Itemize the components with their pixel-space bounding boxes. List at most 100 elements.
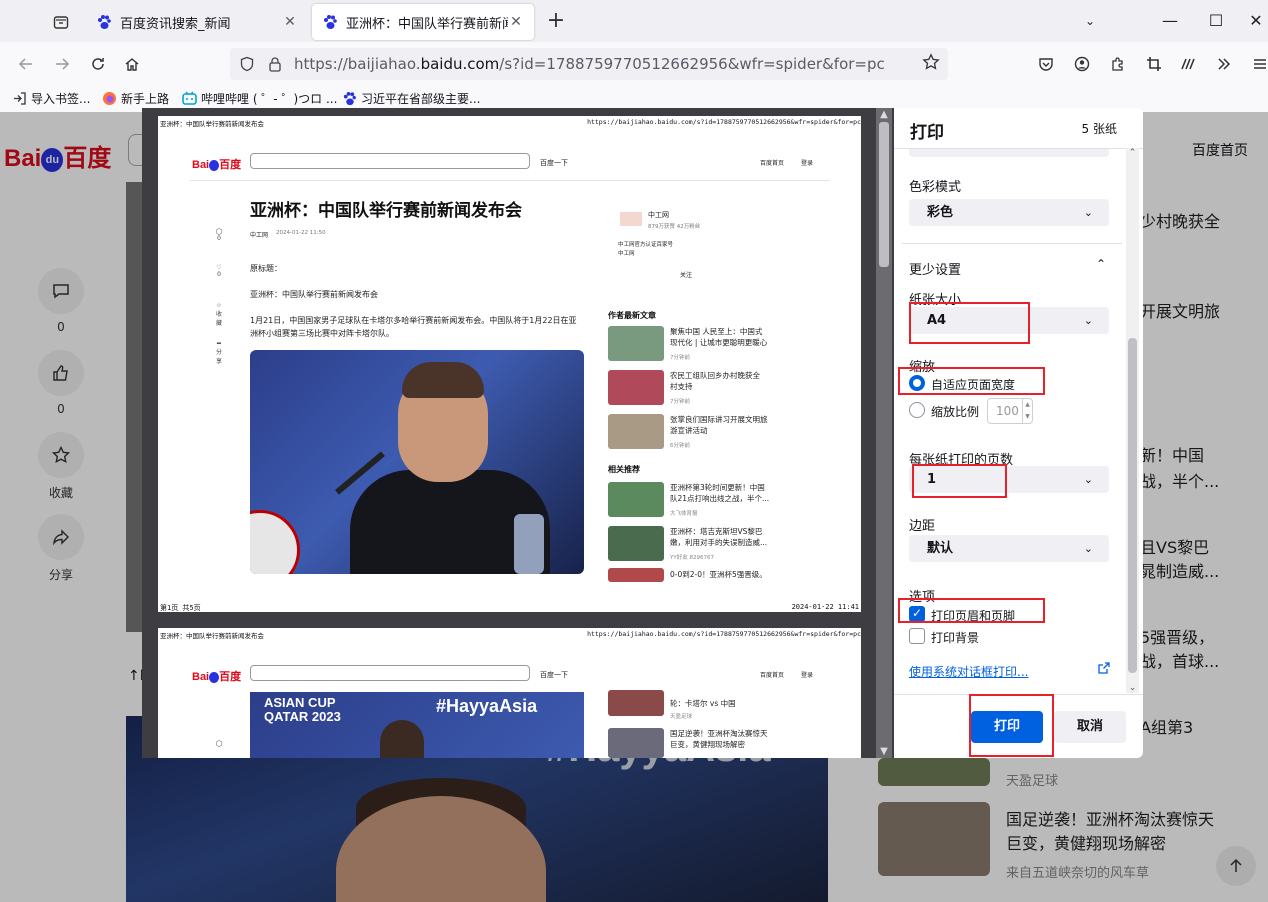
bookmark-getting-started[interactable]: 新手上路	[102, 90, 169, 107]
fewer-settings-toggle[interactable]: 更少设置	[909, 259, 961, 278]
headers-footers-checkbox[interactable]: ✓	[909, 606, 925, 622]
scroll-down-icon[interactable]: ⌄	[1126, 683, 1139, 693]
mini-count: 分享	[215, 349, 222, 365]
chevron-up-icon[interactable]: ⌃	[1096, 257, 1106, 271]
scale-fit-label[interactable]: 自适应页面宽度	[931, 376, 1015, 393]
latest-item-title: 张掌良们国际讲习开展文明旅 游宣讲活动	[670, 414, 768, 436]
tab-list-button[interactable]	[46, 8, 76, 36]
bookmark-news[interactable]: 习近平在省部级主要...	[342, 90, 480, 107]
line: 现代化 | 让城市更聪明更暖心	[670, 338, 768, 347]
back-button[interactable]	[14, 52, 38, 76]
mini-search-box	[250, 153, 530, 169]
mini-search-button: 百度一下	[540, 159, 568, 167]
tab-asian-cup-article[interactable]: 亚洲杯：中国队举行赛前新闻发 ✕	[312, 4, 534, 40]
url-prefix: https://baijiahao.	[294, 55, 421, 73]
byline-source: 中工网	[250, 232, 269, 239]
latest-thumb	[608, 414, 664, 449]
print-background-label[interactable]: 打印背景	[931, 629, 979, 646]
mini-logo-text: Bai	[192, 671, 210, 683]
menu-button[interactable]	[1248, 52, 1268, 76]
pages-per-sheet-select[interactable]: 1 ⌄	[909, 466, 1109, 493]
scrollbar-thumb[interactable]	[1128, 338, 1137, 673]
close-tab-icon[interactable]: ✕	[282, 14, 298, 30]
print-background-checkbox[interactable]	[909, 628, 925, 644]
reader-view-button[interactable]	[1176, 52, 1200, 76]
related-item-source: 大飞体育报	[670, 511, 698, 517]
tab-baidu-news-search[interactable]: 百度资讯搜索_新闻 ✕	[86, 4, 308, 40]
external-link-icon[interactable]	[1098, 662, 1110, 678]
margins-select[interactable]: 默认 ⌄	[909, 535, 1109, 562]
double-chevron-right-icon	[1218, 58, 1231, 70]
maximize-button[interactable]: ☐	[1204, 10, 1228, 34]
url-bar[interactable]: https://baijiahao.baidu.com/s?id=1788759…	[230, 48, 948, 80]
mini-count: 0	[217, 271, 221, 278]
page-header-left: 亚洲杯：中国队举行赛前新闻发布会	[160, 120, 264, 128]
preview-scrollbar[interactable]: ▲ ▼	[876, 108, 892, 758]
color-mode-label: 色彩模式	[909, 180, 962, 195]
bookmark-label: 导入书签...	[31, 92, 91, 106]
minimize-button[interactable]: —	[1158, 10, 1182, 34]
mini-comment-icon: ◯ 0	[215, 228, 223, 242]
shield-icon[interactable]	[236, 56, 258, 72]
scroll-down-icon[interactable]: ▼	[876, 746, 892, 757]
related-heading: 相关推荐	[608, 465, 640, 474]
scale-custom-radio[interactable]	[909, 402, 925, 418]
more-tools-button[interactable]	[1212, 52, 1236, 76]
mini-home-link: 百度首页	[760, 160, 785, 167]
tab-title: 百度资讯搜索_新闻	[120, 16, 231, 32]
close-window-button[interactable]: ✕	[1244, 10, 1268, 34]
bookmark-label: 哔哩哔哩 ( ゜- ゜)つロ ...	[201, 92, 338, 106]
paper-size-label: 纸张大小	[909, 293, 962, 308]
bookmark-import[interactable]: 导入书签...	[12, 90, 90, 107]
photo-figure	[402, 362, 484, 398]
home-button[interactable]	[120, 52, 144, 76]
line: ASIAN CUP	[264, 695, 336, 710]
bookmark-bilibili[interactable]: 哔哩哔哩 ( ゜- ゜)つロ ...	[182, 90, 337, 107]
reload-button[interactable]	[86, 52, 110, 76]
tab-overflow-chevron-icon[interactable]: ⌄	[1078, 10, 1102, 34]
print-button[interactable]: 打印	[971, 711, 1043, 743]
scroll-up-icon[interactable]: ▲	[876, 109, 892, 120]
stepper-icon[interactable]: ▲ ▼	[1022, 399, 1032, 423]
pages-per-sheet-value: 1	[927, 472, 937, 487]
page2-banner: ASIAN CUP QATAR 2023	[264, 696, 341, 724]
forward-button[interactable]	[50, 52, 74, 76]
lock-icon[interactable]	[264, 56, 286, 72]
author-desc: 中工网	[618, 251, 635, 257]
mini-baidu-logo: Bai 百度	[192, 156, 241, 172]
line: QATAR 2023	[264, 709, 341, 724]
system-dialog-link[interactable]: 使用系统对话框打印...	[909, 663, 1028, 680]
screenshot-button[interactable]	[1142, 52, 1166, 76]
options-label: 选项	[909, 590, 936, 605]
bookmark-star-icon[interactable]	[922, 53, 940, 75]
close-tab-icon[interactable]: ✕	[508, 14, 524, 30]
hamburger-icon	[1254, 59, 1266, 69]
mini-logo-du	[209, 671, 220, 683]
paper-size-select[interactable]: A4 ⌄	[909, 307, 1109, 334]
account-button[interactable]	[1070, 52, 1094, 76]
color-mode-select[interactable]: 彩色 ⌄	[909, 199, 1109, 226]
headers-footers-label[interactable]: 打印页眉和页脚	[931, 607, 1015, 624]
arrow-left-icon	[18, 58, 32, 70]
mini-count: 收藏	[215, 311, 222, 327]
scale-fit-radio[interactable]	[909, 375, 925, 391]
scrollbar-thumb[interactable]	[879, 122, 889, 267]
preview-page-2: 亚洲杯：中国队举行赛前新闻发布会 https://baijiahao.baidu…	[158, 628, 861, 758]
cancel-button[interactable]: 取消	[1054, 711, 1126, 743]
extensions-button[interactable]	[1106, 52, 1130, 76]
article-body: 1月21日，中国国家男子足球队在卡塔尔多哈举行赛前新闻发布会。中国队将于1月22…	[250, 316, 577, 338]
panel-scrollbar[interactable]: ⌃ ⌄	[1126, 148, 1139, 693]
line: 国足逆袭！亚洲杯淘汰赛惊天	[670, 729, 768, 738]
url-text[interactable]: https://baijiahao.baidu.com/s?id=1788759…	[294, 55, 885, 73]
pocket-button[interactable]	[1034, 52, 1058, 76]
scale-input[interactable]: 100 ▲ ▼	[987, 398, 1033, 424]
photo-figure	[380, 720, 424, 758]
scale-custom-label[interactable]: 缩放比例	[931, 403, 979, 420]
photo-ball	[250, 510, 300, 574]
new-tab-button[interactable]: +	[542, 8, 570, 36]
scroll-up-icon[interactable]: ⌃	[1126, 148, 1139, 158]
page-header-right: https://baijiahao.baidu.com/s?id=1788759…	[587, 630, 861, 638]
mini-like-icon: ♡ 0	[216, 264, 222, 278]
cut-off-select[interactable]	[909, 149, 1109, 157]
author-avatar	[620, 212, 642, 226]
